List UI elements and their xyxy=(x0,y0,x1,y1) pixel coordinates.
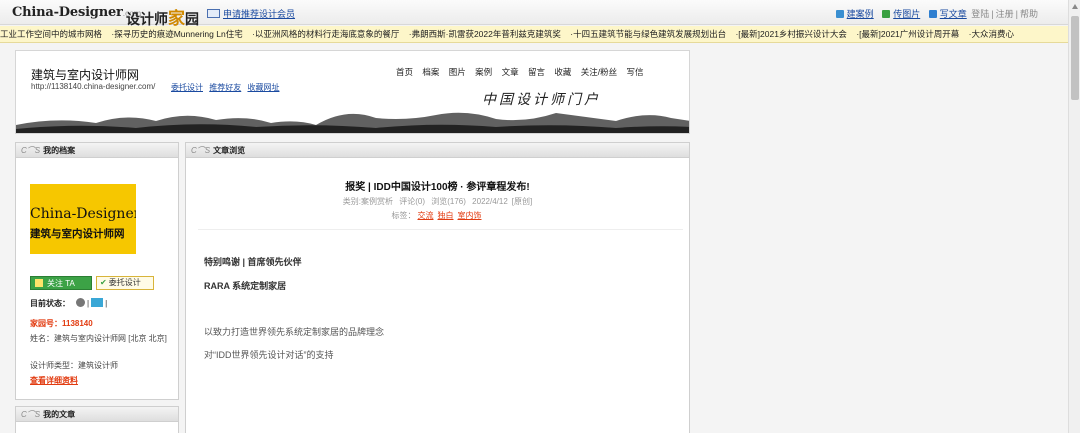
apply-recommend-link[interactable]: 申请推荐设计会员 xyxy=(207,7,295,20)
tag-link[interactable]: 交流 xyxy=(418,211,434,220)
article-panel-title: 文章浏览 xyxy=(213,146,246,155)
follow-button-label: 关注 TA xyxy=(47,279,75,288)
nav-home[interactable]: 首页 xyxy=(396,67,413,77)
site-name: 建筑与室内设计师网 xyxy=(31,68,140,82)
article-paragraph-support: 对“IDD世界领先设计对话”的支持 xyxy=(204,350,334,360)
page-scrollbar[interactable] xyxy=(1068,0,1080,433)
tags-label: 标签： xyxy=(391,211,416,220)
ticker-item[interactable]: ·探寻历史的痕迹Munnering Ln住宅 xyxy=(111,29,242,39)
article-date: 2022/4/12 xyxy=(472,197,508,206)
ticker-item[interactable]: 工业工作空间中的城市网格 xyxy=(0,29,102,39)
scroll-up-arrow-icon[interactable] xyxy=(1072,4,1078,9)
ink-mountains-illustration xyxy=(16,112,689,133)
tag-link[interactable]: 独白 xyxy=(438,211,454,220)
profile-panel: C⌒S 我的档案 China-Designer 建筑与室内设计师网 关注 TA ✔… xyxy=(15,142,179,400)
avatar[interactable]: China-Designer 建筑与室内设计师网 xyxy=(30,184,136,254)
profile-panel-title: 我的档案 xyxy=(43,146,76,155)
logo-cn-text: 设计师 xyxy=(126,11,168,27)
help-link[interactable]: 帮助 xyxy=(1020,9,1038,19)
nav-articles[interactable]: 文章 xyxy=(502,67,519,77)
cd-mark-icon: C⌒S xyxy=(21,146,41,155)
online-status-icon xyxy=(91,298,104,307)
write-icon xyxy=(928,10,937,18)
banner-nav: 首页 档案 图片 案例 文章 留言 收藏 关注/粉丝 写信 xyxy=(396,66,651,78)
article-origin: [原创] xyxy=(511,197,533,206)
recommend-friend-link[interactable]: 推荐好友 xyxy=(209,83,241,92)
apply-link-label: 申请推荐设计会员 xyxy=(223,9,296,19)
register-link[interactable]: 注册 xyxy=(996,9,1014,19)
article-category: 类别:案例赏析 xyxy=(342,197,393,206)
user-status-icon xyxy=(76,298,85,307)
tag-link[interactable]: 室内饰 xyxy=(458,211,482,220)
bookmark-link[interactable]: 收藏网址 xyxy=(247,83,279,92)
article-title: 报奖 | IDD中国设计100榜 · 参评章程发布! xyxy=(345,182,530,193)
nav-images[interactable]: 图片 xyxy=(449,67,466,77)
article-panel-header: C⌒S 文章浏览 xyxy=(186,143,689,158)
logo-cn-end: 园 xyxy=(185,11,199,27)
profile-name: 姓名：建筑与室内设计师网 [北京 北京] xyxy=(30,334,167,343)
ticker-item[interactable]: ·大众消费心 xyxy=(969,29,1014,39)
cd-mark-icon: C⌒S xyxy=(21,410,41,419)
article-paragraph-mission: 以致力打造世界领先系统定制家居的品牌理念 xyxy=(204,327,385,337)
nav-follow-fans[interactable]: 关注/粉丝 xyxy=(581,67,617,77)
create-case-link[interactable]: 建案例 xyxy=(847,9,874,19)
my-articles-title: 我的文章 xyxy=(43,410,76,419)
image-upload-icon xyxy=(882,10,891,18)
status-row: 目前状态： | | xyxy=(30,298,108,308)
view-details-link[interactable]: 查看详细资料 xyxy=(30,375,78,386)
logo-text: China-Designer xyxy=(12,5,123,20)
site-links: 委托设计 推荐好友 收藏网址 xyxy=(171,82,283,93)
article-divider xyxy=(198,229,683,230)
follow-icon xyxy=(35,279,43,287)
news-ticker: 工业工作空间中的城市网格 ·探寻历史的痕迹Munnering Ln住宅 ·以亚洲… xyxy=(0,26,1068,43)
commission-button-label: 委托设计 xyxy=(108,278,141,287)
nav-profile[interactable]: 档案 xyxy=(422,67,439,77)
site-banner: 建筑与室内设计师网 http://1138140.china-designer.… xyxy=(15,50,690,134)
avatar-cn-text: 建筑与室内设计师网 xyxy=(30,228,125,240)
ticker-item[interactable]: ·[最新]2021乡村振兴设计大会 xyxy=(735,29,846,39)
article-comments[interactable]: 评论(0) xyxy=(399,197,425,206)
case-icon xyxy=(835,10,844,18)
nav-cases[interactable]: 案例 xyxy=(475,67,492,77)
article-paragraph-thanks: 特别鸣谢 | 首席领先伙伴 xyxy=(204,257,302,267)
login-link[interactable]: 登陆 xyxy=(971,9,989,19)
site-url: http://1138140.china-designer.com/ xyxy=(31,82,156,91)
write-article-link[interactable]: 写文章 xyxy=(940,9,967,19)
nav-write-letter[interactable]: 写信 xyxy=(626,67,643,77)
profile-panel-header: C⌒S 我的档案 xyxy=(16,143,178,158)
my-articles-panel: C⌒S 我的文章 xyxy=(15,406,179,433)
china-designer-logo[interactable]: China-Designer.com xyxy=(12,5,142,20)
article-tags: 标签： 交流 独白 室内饰 xyxy=(186,210,689,221)
scrollbar-thumb[interactable] xyxy=(1071,16,1079,100)
cd-mark-icon: C⌒S xyxy=(191,146,211,155)
article-paragraph-sponsor: RARA 系统定制家居 xyxy=(204,281,287,291)
article-views: 浏览(176) xyxy=(431,197,466,206)
home-number: 家园号：1138140 xyxy=(30,319,93,328)
nav-messages[interactable]: 留言 xyxy=(528,67,545,77)
avatar-brand-text: China-Designer xyxy=(30,206,136,222)
follow-button[interactable]: 关注 TA xyxy=(30,276,92,290)
designer-type: 设计师类型：建筑设计师 xyxy=(30,361,118,370)
status-label: 目前状态： xyxy=(30,299,70,308)
upload-image-link[interactable]: 传图片 xyxy=(893,9,920,19)
top-bar: China-Designer.com 设计师家园 申请推荐设计会员 建案例 传图… xyxy=(0,0,1068,28)
commission-design-button[interactable]: ✔ 委托设计 xyxy=(96,276,154,290)
article-meta: 类别:案例赏析 评论(0) 浏览(176) 2022/4/12 [原创] xyxy=(186,196,689,207)
ticker-item[interactable]: ·以亚洲风格的材料行走海底意象的餐厅 xyxy=(252,29,399,39)
check-icon: ✔ xyxy=(100,278,107,287)
commission-design-link[interactable]: 委托设计 xyxy=(171,83,203,92)
ticker-item[interactable]: ·十四五建筑节能与绿色建筑发展规划出台 xyxy=(570,29,726,39)
ticker-item[interactable]: ·弗朗西斯·凯雷获2022年普利兹克建筑奖 xyxy=(409,29,561,39)
top-right-links: 建案例 传图片 写文章 登陆 | 注册 | 帮助 xyxy=(830,7,1040,20)
ticker-item[interactable]: ·[最新]2021广州设计周开幕 xyxy=(856,29,959,39)
article-panel: C⌒S 文章浏览 报奖 | IDD中国设计100榜 · 参评章程发布! 类别:案例… xyxy=(185,142,690,433)
my-articles-header: C⌒S 我的文章 xyxy=(16,407,178,422)
nav-favorites[interactable]: 收藏 xyxy=(554,67,571,77)
id-card-icon xyxy=(207,9,220,18)
